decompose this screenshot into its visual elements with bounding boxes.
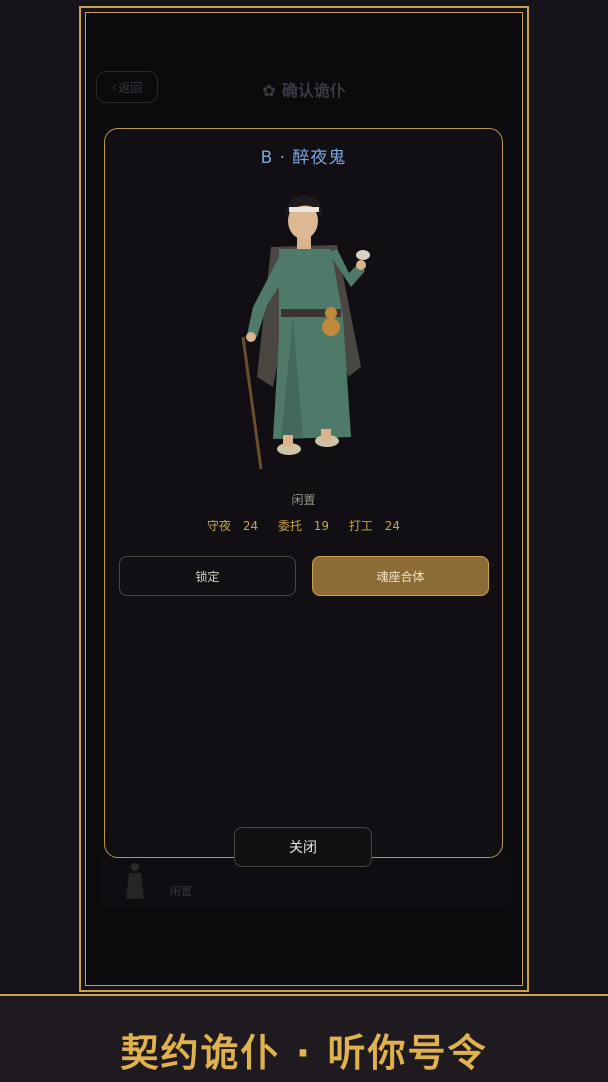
servant-portrait [241,195,370,470]
ghost-icon: ✿ [262,81,276,100]
stat-value: 19 [313,519,330,533]
close-button[interactable]: 关闭 [234,827,372,867]
stat-value: 24 [242,519,259,533]
servant-name-title: B · 醉夜鬼 [260,148,347,168]
page-title-text: 确认诡仆 [281,81,346,100]
stat-commission: 委托 19 [274,519,333,533]
page-title: ✿ 确认诡仆 [86,77,522,101]
servant-detail-modal: B · 醉夜鬼 闲置 守夜 24 委托 19 打工 24 锁定 魂座合体 [104,128,503,858]
stat-label: 守夜 [206,519,231,533]
stat-label: 打工 [348,519,373,533]
list-item-status: 闲置 [170,885,192,898]
promo-banner: 契约诡仆 · 听你号令 [0,994,608,1082]
lock-button[interactable]: 锁定 [119,556,296,596]
servant-thumbnail [126,863,144,899]
stat-label: 委托 [277,519,302,533]
banner-slogan: 契约诡仆 · 听你号令 [120,1031,488,1075]
soul-merge-button[interactable]: 魂座合体 [312,556,489,596]
stat-night-watch: 守夜 24 [203,519,262,533]
stat-work: 打工 24 [345,519,404,533]
list-item-name: · · · · · [170,863,211,876]
stat-value: 24 [384,519,401,533]
servant-stats: 守夜 24 委托 19 打工 24 [105,517,502,534]
servant-status: 闲置 [291,493,316,507]
